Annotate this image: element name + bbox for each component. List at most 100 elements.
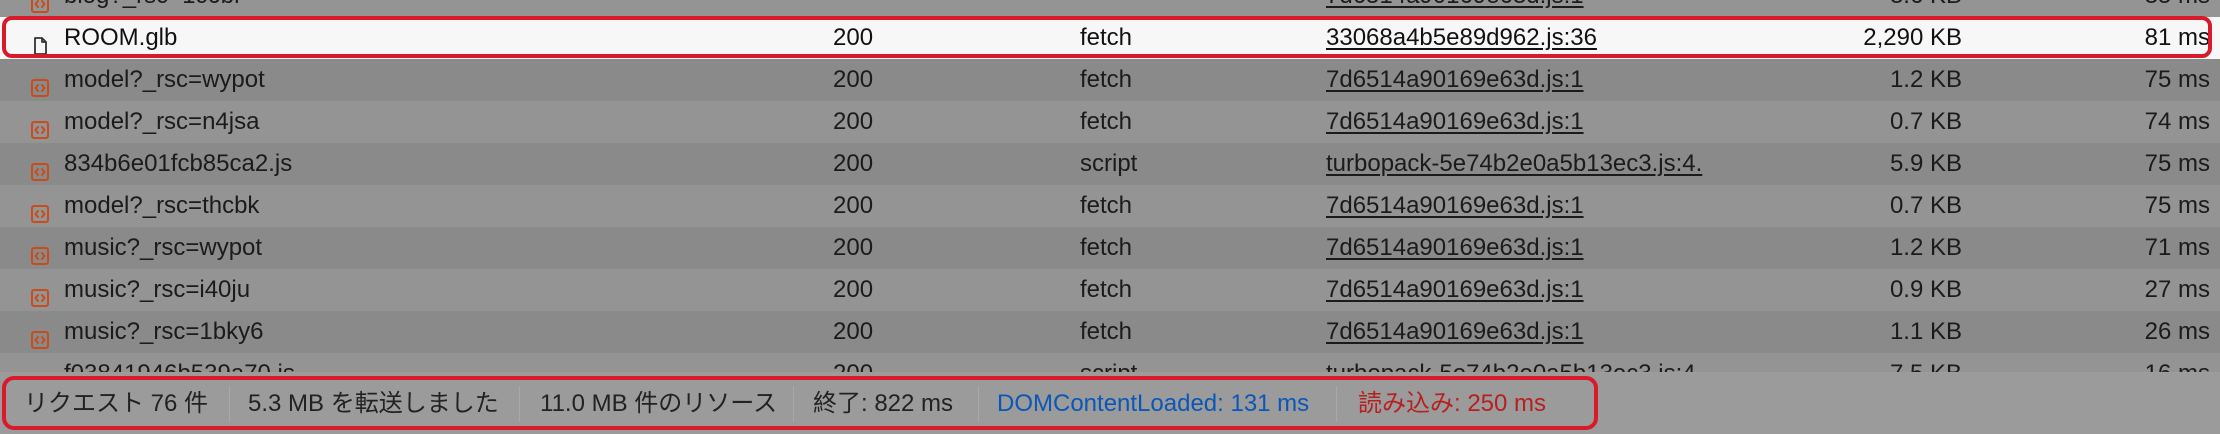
time-value: 81 ms — [2144, 24, 2210, 51]
request-name: model?_rsc=thcbk — [64, 192, 260, 219]
request-name-cell: music?_rsc=1bky6 — [14, 311, 819, 353]
table-row[interactable]: f03841946b539a70.js 200 script turbopack… — [0, 353, 2220, 372]
request-count: リクエスト 76 件 — [24, 390, 209, 417]
type-value: fetch — [1080, 66, 1133, 93]
request-name-cell: 834b6e01fcb85ca2.js — [14, 143, 819, 185]
type-value: fetch — [1080, 24, 1133, 51]
finish-time: 終了: 822 ms — [813, 390, 954, 417]
summary-divider — [229, 386, 230, 422]
request-name: ROOM.glb — [64, 24, 178, 51]
initiator-link[interactable]: 7d6514a90169e63d.js:1 — [1326, 311, 1728, 353]
request-name: music?_rsc=1bky6 — [64, 318, 264, 345]
status-value — [833, 0, 1063, 17]
transferred-size: 5.3 MB を転送しました — [248, 390, 499, 417]
size-value: 0.9 KB — [1889, 276, 1962, 303]
table-row[interactable]: music?_rsc=wypot 200 fetch 7d6514a90169e… — [0, 227, 2220, 269]
time-value: 75 ms — [2144, 66, 2210, 93]
table-row[interactable]: model?_rsc=wypot 200 fetch 7d6514a90169e… — [0, 59, 2220, 101]
status-value: 200 — [833, 108, 874, 135]
request-name-cell: ROOM.glb — [14, 17, 819, 59]
request-name-cell: music?_rsc=i40ju — [14, 269, 819, 311]
size-value: 0.7 KB — [1889, 192, 1962, 219]
initiator-link[interactable]: 33068a4b5e89d962.js:36 — [1326, 17, 1728, 59]
request-name-cell: model?_rsc=n4jsa — [14, 101, 819, 143]
request-name-cell: music?_rsc=wypot — [14, 227, 819, 269]
status-value: 200 — [833, 234, 874, 261]
table-row[interactable]: blog?_rsc=1c6br 7d6514a90169e63d.js:1 3.… — [0, 0, 2220, 17]
type-value: fetch — [1080, 192, 1133, 219]
resource-size: 11.0 MB 件のリソース — [540, 390, 778, 417]
time-value: 75 ms — [2144, 192, 2210, 219]
type-value — [1080, 0, 1310, 17]
summary-divider — [519, 386, 520, 422]
initiator-link[interactable]: turbopack-5e74b2e0a5b13ec3.js:4 — [1326, 353, 1728, 372]
size-value: 1.1 KB — [1889, 318, 1962, 345]
initiator-link[interactable]: 7d6514a90169e63d.js:1 — [1326, 227, 1728, 269]
code-file-icon — [30, 280, 50, 307]
request-name: music?_rsc=wypot — [64, 234, 263, 261]
request-name-cell: blog?_rsc=1c6br — [14, 0, 819, 17]
initiator-link[interactable]: 7d6514a90169e63d.js:1 — [1326, 185, 1728, 227]
summary-divider — [793, 386, 794, 422]
table-row[interactable]: 834b6e01fcb85ca2.js 200 script turbopack… — [0, 143, 2220, 185]
summary-divider — [978, 386, 979, 422]
code-file-icon — [30, 364, 50, 372]
code-file-icon — [30, 154, 50, 181]
code-file-icon — [30, 322, 50, 349]
status-value: 200 — [833, 276, 874, 303]
table-row[interactable]: model?_rsc=n4jsa 200 fetch 7d6514a90169e… — [0, 101, 2220, 143]
status-value: 200 — [833, 24, 874, 51]
time-value: 16 ms — [1976, 353, 2210, 372]
load-time: 読み込み: 250 ms — [1358, 390, 1547, 417]
code-file-icon — [30, 0, 50, 13]
table-row[interactable]: music?_rsc=i40ju 200 fetch 7d6514a90169e… — [0, 269, 2220, 311]
size-value: 1.2 KB — [1889, 66, 1962, 93]
time-value: 35 ms — [1976, 0, 2210, 17]
size-value: 7.5 KB — [1730, 353, 1962, 372]
time-value: 74 ms — [2144, 108, 2210, 135]
status-value: 200 — [833, 192, 874, 219]
status-value: 200 — [833, 318, 874, 345]
document-icon — [30, 28, 50, 55]
code-file-icon — [30, 70, 50, 97]
code-file-icon — [30, 112, 50, 139]
initiator-link[interactable]: 7d6514a90169e63d.js:1 — [1326, 101, 1728, 143]
status-value: 200 — [833, 353, 1063, 372]
request-name: model?_rsc=n4jsa — [64, 108, 260, 135]
request-name-cell: f03841946b539a70.js — [14, 353, 819, 372]
size-value: 1.2 KB — [1889, 234, 1962, 261]
time-value: 71 ms — [2144, 234, 2210, 261]
request-name: model?_rsc=wypot — [64, 66, 265, 93]
status-value: 200 — [833, 66, 874, 93]
request-name: 834b6e01fcb85ca2.js — [64, 150, 293, 177]
initiator-link[interactable]: 7d6514a90169e63d.js:1 — [1326, 0, 1728, 17]
initiator-link[interactable]: 7d6514a90169e63d.js:1 — [1326, 269, 1728, 311]
request-name: music?_rsc=i40ju — [64, 276, 251, 303]
type-value: script — [1080, 353, 1310, 372]
dom-content-loaded-time: DOMContentLoaded: 131 ms — [997, 390, 1310, 417]
request-name: f03841946b539a70.js — [64, 353, 295, 372]
code-file-icon — [30, 238, 50, 265]
time-value: 26 ms — [2144, 318, 2210, 345]
table-row[interactable]: model?_rsc=thcbk 200 fetch 7d6514a90169e… — [0, 185, 2220, 227]
request-name: blog?_rsc=1c6br — [64, 0, 242, 17]
status-value: 200 — [833, 150, 874, 177]
type-value: fetch — [1080, 318, 1133, 345]
network-request-table: blog?_rsc=1c6br 7d6514a90169e63d.js:1 3.… — [0, 0, 2220, 372]
table-row-selected[interactable]: ROOM.glb 200 fetch 33068a4b5e89d962.js:3… — [0, 17, 2220, 59]
request-name-cell: model?_rsc=wypot — [14, 59, 819, 101]
type-value: fetch — [1080, 276, 1133, 303]
table-row[interactable]: music?_rsc=1bky6 200 fetch 7d6514a90169e… — [0, 311, 2220, 353]
size-value: 2,290 KB — [1863, 24, 1962, 51]
type-value: script — [1080, 150, 1138, 177]
summary-divider — [1336, 386, 1337, 422]
code-file-icon — [30, 196, 50, 223]
size-value: 5.9 KB — [1889, 150, 1962, 177]
size-value: 0.7 KB — [1889, 108, 1962, 135]
time-value: 75 ms — [2144, 150, 2210, 177]
type-value: fetch — [1080, 234, 1133, 261]
initiator-link[interactable]: 7d6514a90169e63d.js:1 — [1326, 59, 1728, 101]
initiator-link[interactable]: turbopack-5e74b2e0a5b13ec3.js:4. — [1326, 143, 1728, 185]
time-value: 27 ms — [2144, 276, 2210, 303]
type-value: fetch — [1080, 108, 1133, 135]
